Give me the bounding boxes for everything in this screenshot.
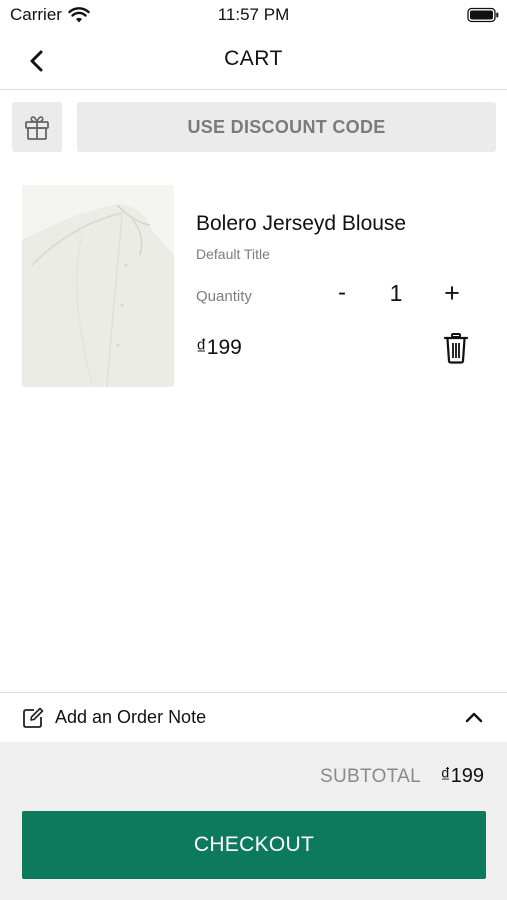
page-title: CART — [224, 47, 283, 70]
variant-title: Default Title — [196, 246, 270, 262]
gift-icon — [25, 116, 49, 140]
gift-button[interactable] — [12, 102, 62, 152]
chevron-up-icon — [465, 712, 483, 723]
increase-quantity-button[interactable]: + — [437, 276, 467, 310]
blouse-photo — [22, 185, 174, 387]
order-note-toggle[interactable]: Add an Order Note — [0, 692, 507, 742]
item-price: ₫199 — [196, 336, 242, 359]
cart-footer: SUBTOTAL ₫199 CHECKOUT — [0, 742, 507, 900]
product-name[interactable]: Bolero Jerseyd Blouse — [196, 212, 406, 236]
checkout-button[interactable]: CHECKOUT — [22, 811, 486, 879]
trash-icon — [443, 333, 469, 364]
nav-bar: CART — [0, 32, 507, 90]
product-image[interactable] — [22, 185, 174, 387]
subtotal-value: ₫199 — [440, 765, 484, 787]
subtotal-label: SUBTOTAL — [320, 766, 421, 787]
quantity-label: Quantity — [196, 288, 252, 305]
battery-icon — [467, 7, 499, 23]
quantity-value: 1 — [389, 280, 403, 306]
edit-note-icon — [23, 707, 44, 728]
cart-screen: Carrier 11:57 PM CART USE DISCOUNT CODE … — [0, 0, 507, 900]
decrease-quantity-button[interactable]: - — [328, 276, 356, 310]
remove-item-button[interactable] — [442, 332, 470, 364]
clock-time: 11:57 PM — [217, 5, 290, 24]
use-discount-code-button[interactable]: USE DISCOUNT CODE — [77, 102, 496, 152]
status-bar: Carrier 11:57 PM — [0, 0, 507, 32]
order-note-label: Add an Order Note — [55, 707, 207, 727]
